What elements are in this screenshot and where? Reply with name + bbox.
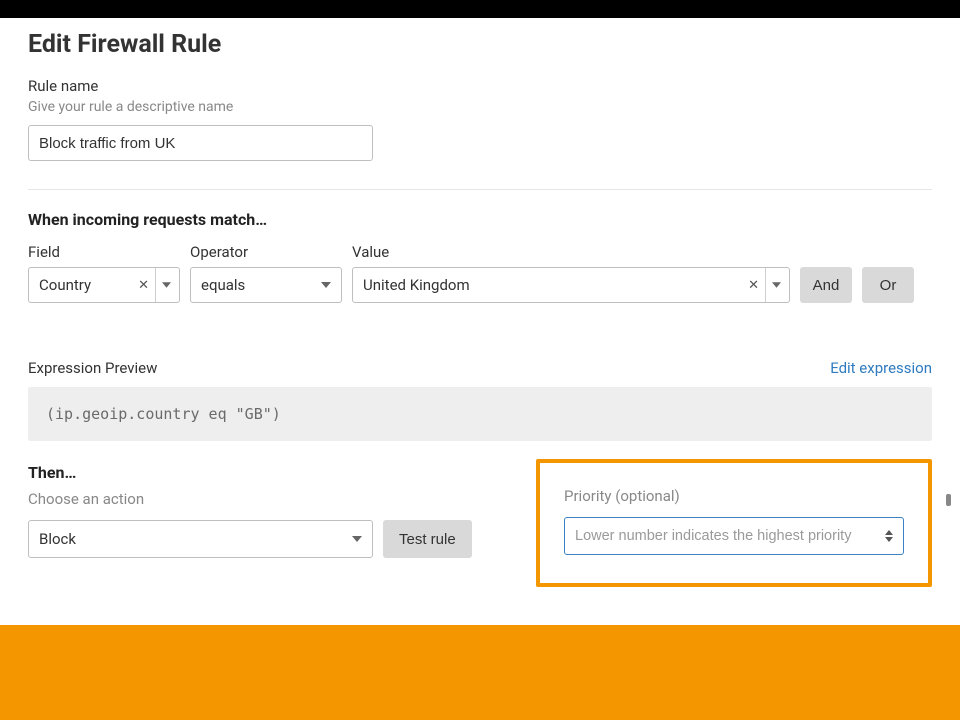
operator-select[interactable]: equals [190, 267, 342, 303]
priority-input-wrap[interactable] [564, 517, 904, 555]
chevron-down-icon[interactable] [885, 537, 893, 542]
expression-preview-label: Expression Preview [28, 359, 157, 377]
value-label: Value [352, 243, 790, 261]
value-value: United Kingdom [363, 276, 744, 294]
bottom-highlight-band [0, 625, 960, 720]
value-select[interactable]: United Kingdom ✕ [352, 267, 790, 303]
chevron-up-icon[interactable] [885, 530, 893, 535]
chevron-down-icon[interactable] [765, 268, 781, 302]
operator-value: equals [201, 276, 315, 294]
choose-action-label: Choose an action [28, 490, 516, 508]
page-title: Edit Firewall Rule [28, 30, 932, 59]
field-label: Field [28, 243, 180, 261]
priority-card: Priority (optional) [536, 459, 932, 587]
field-value: Country [39, 276, 134, 294]
rule-name-label: Rule name [28, 77, 932, 95]
chevron-down-icon[interactable] [155, 268, 171, 302]
edit-expression-link[interactable]: Edit expression [830, 359, 932, 377]
test-rule-button[interactable]: Test rule [383, 520, 472, 558]
action-value: Block [39, 530, 346, 548]
then-heading: Then… [28, 463, 516, 482]
number-stepper[interactable] [885, 525, 897, 547]
scrollbar-thumb[interactable] [946, 494, 951, 506]
rule-name-hint: Give your rule a descriptive name [28, 99, 932, 115]
chevron-down-icon[interactable] [317, 282, 333, 288]
and-button[interactable]: And [800, 267, 852, 303]
conditions-heading: When incoming requests match… [28, 210, 932, 229]
expression-preview: (ip.geoip.country eq "GB") [28, 387, 932, 441]
chevron-down-icon[interactable] [348, 536, 364, 542]
field-select[interactable]: Country ✕ [28, 267, 180, 303]
priority-label: Priority (optional) [564, 487, 904, 505]
close-icon[interactable]: ✕ [134, 278, 153, 293]
priority-input[interactable] [575, 528, 885, 544]
window-top-bar [0, 0, 960, 18]
divider [28, 189, 932, 190]
rule-name-input[interactable] [28, 125, 373, 161]
action-select[interactable]: Block [28, 520, 373, 558]
operator-label: Operator [190, 243, 342, 261]
or-button[interactable]: Or [862, 267, 914, 303]
close-icon[interactable]: ✕ [744, 278, 763, 293]
